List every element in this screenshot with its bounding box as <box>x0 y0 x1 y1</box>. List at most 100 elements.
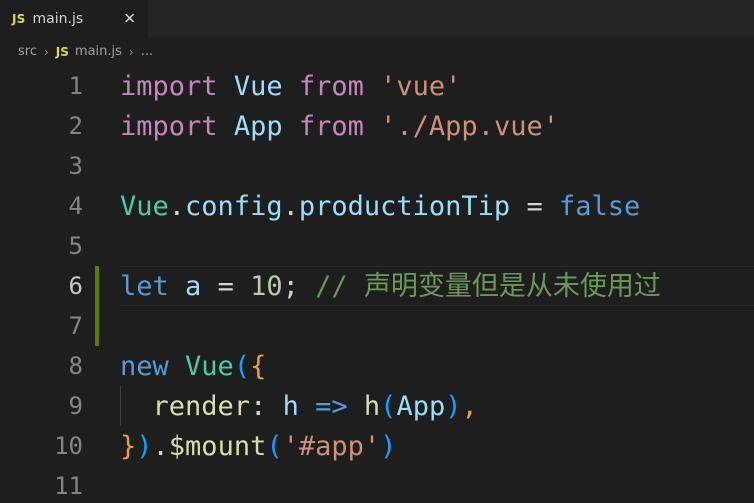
code-token: from <box>298 70 364 102</box>
line-number: 11 <box>54 472 83 500</box>
chevron-right-icon: › <box>128 44 134 59</box>
code-token: => <box>315 390 348 422</box>
code-token: { <box>250 350 267 382</box>
gutter <box>83 226 120 266</box>
code-token: ( <box>380 390 397 422</box>
code-token: ) <box>445 390 462 422</box>
code-line[interactable]: 10}).$mount('#app') <box>0 426 754 466</box>
code-token: '#app' <box>282 430 381 462</box>
code-line-content[interactable] <box>120 146 754 186</box>
code-token: false <box>558 190 641 222</box>
code-token: import <box>120 110 218 142</box>
code-line[interactable]: 11 <box>0 466 754 503</box>
code-editor[interactable]: 1 import Vue from 'vue' 2 import App from '… <box>0 66 754 503</box>
code-line[interactable]: 5 <box>0 226 754 266</box>
gutter <box>83 186 120 226</box>
editor-tab-bar: JS main.js ✕ <box>0 0 754 37</box>
code-line-content[interactable] <box>120 306 754 346</box>
code-line-content[interactable]: import App from './App.vue' <box>120 106 754 146</box>
code-line[interactable]: 2 import App from './App.vue' <box>0 106 754 146</box>
code-token: h <box>282 390 299 422</box>
gutter <box>83 466 120 503</box>
code-token: $mount <box>168 430 267 462</box>
code-token: . <box>168 190 186 222</box>
code-token: . <box>152 430 169 462</box>
code-token: import <box>120 70 218 102</box>
code-line-content[interactable]: import Vue from 'vue' <box>120 66 754 106</box>
indent-guide <box>120 386 121 426</box>
code-token: Vue <box>120 190 169 222</box>
code-line-content[interactable] <box>120 226 754 266</box>
close-icon[interactable]: ✕ <box>123 11 136 26</box>
code-line[interactable]: 1 import Vue from 'vue' <box>0 66 754 106</box>
gutter <box>83 426 120 466</box>
code-line[interactable]: 3 <box>0 146 754 186</box>
code-token: , <box>461 390 478 422</box>
code-token: = <box>526 190 543 222</box>
code-token: Vue <box>233 70 283 102</box>
code-text: Vue.config.productionTip = false <box>120 193 640 220</box>
gutter <box>83 386 120 426</box>
git-modified-indicator <box>83 306 120 346</box>
line-number: 8 <box>68 352 83 380</box>
code-token: 声明变量但是从未使用过 <box>363 270 661 302</box>
code-line[interactable]: 6 let a = 10; // 声明变量但是从未使用过 <box>0 266 754 306</box>
breadcrumb-item-main-js[interactable]: main.js <box>75 44 122 59</box>
code-line[interactable]: 9 render: h => h(App), <box>0 386 754 426</box>
line-number: 10 <box>54 432 83 460</box>
code-token: // <box>315 270 364 302</box>
line-number: 9 <box>68 392 83 420</box>
breadcrumb: src › JS main.js › ... <box>0 37 754 66</box>
code-line[interactable]: 7 <box>0 306 754 346</box>
gutter <box>83 146 120 186</box>
code-token: 10 <box>250 270 283 302</box>
code-token: h <box>363 390 381 422</box>
breadcrumb-item-src[interactable]: src <box>18 44 37 59</box>
editor-tab-main-js[interactable]: JS main.js ✕ <box>0 0 148 37</box>
code-token: ) <box>136 430 153 462</box>
gutter <box>83 66 120 106</box>
code-token: new <box>120 350 169 382</box>
code-line-content[interactable] <box>120 466 754 503</box>
line-number: 1 <box>68 72 83 100</box>
code-line[interactable]: 4 Vue.config.productionTip = false <box>0 186 754 226</box>
code-text: import App from './App.vue' <box>120 113 559 140</box>
code-token: a <box>185 270 202 302</box>
code-line[interactable]: 8 new Vue({ <box>0 346 754 386</box>
code-token: ( <box>233 350 251 382</box>
line-number: 3 <box>68 152 83 180</box>
code-line-content[interactable]: }).$mount('#app') <box>120 426 754 466</box>
line-number: 6 <box>68 272 83 300</box>
code-token: } <box>120 430 137 462</box>
code-text: let a = 10; // 声明变量但是从未使用过 <box>120 273 661 300</box>
code-line-content[interactable]: let a = 10; // 声明变量但是从未使用过 <box>120 266 754 306</box>
code-token: ( <box>266 430 283 462</box>
editor-tab-label: main.js <box>32 10 84 27</box>
line-number: 2 <box>68 112 83 140</box>
code-line-content[interactable]: new Vue({ <box>120 346 754 386</box>
gutter <box>83 346 120 386</box>
line-number: 5 <box>68 232 83 260</box>
code-token: Vue <box>185 350 234 382</box>
code-token: : <box>250 390 267 422</box>
code-line-content[interactable]: render: h => h(App), <box>120 386 754 426</box>
code-line-content[interactable]: Vue.config.productionTip = false <box>120 186 754 226</box>
code-token: ) <box>380 430 397 462</box>
breadcrumb-item-symbols[interactable]: ... <box>141 44 153 59</box>
code-token: let <box>120 270 169 302</box>
code-text: import Vue from 'vue' <box>120 73 461 100</box>
